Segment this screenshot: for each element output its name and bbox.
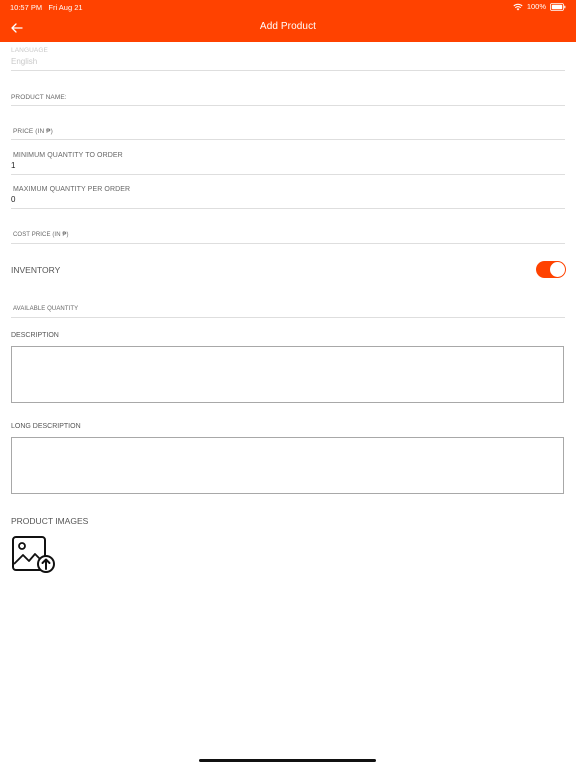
product-name-label: PRODUCT NAME: bbox=[11, 94, 67, 101]
cost-price-label: COST PRICE (IN ₱) bbox=[13, 232, 69, 238]
language-field[interactable]: LANGUAGE English bbox=[11, 47, 565, 71]
inventory-label: INVENTORY bbox=[11, 265, 61, 275]
status-time-text: 10:57 PM bbox=[10, 3, 43, 12]
wifi-icon bbox=[513, 3, 523, 11]
home-indicator bbox=[199, 759, 376, 762]
image-upload-button[interactable] bbox=[11, 535, 57, 575]
min-qty-field[interactable]: MINIMUM QUANTITY TO ORDER 1 bbox=[11, 152, 565, 175]
long-description-textarea[interactable] bbox=[11, 437, 564, 494]
cost-price-field[interactable]: COST PRICE (IN ₱) bbox=[11, 232, 565, 244]
available-qty-label: AVAILABLE QUANTITY bbox=[13, 306, 79, 312]
status-time: 10:57 PM Fri Aug 21 bbox=[10, 3, 83, 12]
available-qty-field[interactable]: AVAILABLE QUANTITY bbox=[11, 306, 565, 318]
inventory-toggle[interactable] bbox=[536, 261, 566, 278]
status-bar: 10:57 PM Fri Aug 21 100% bbox=[0, 0, 576, 14]
description-textarea[interactable] bbox=[11, 346, 564, 403]
status-date-text: Fri Aug 21 bbox=[48, 3, 83, 12]
image-upload-icon bbox=[12, 536, 55, 573]
max-qty-value: 0 bbox=[11, 195, 16, 204]
battery-percent: 100% bbox=[526, 2, 546, 11]
price-underline bbox=[11, 139, 565, 140]
description-label: DESCRIPTION bbox=[11, 332, 59, 339]
available-qty-underline bbox=[11, 317, 565, 318]
product-name-field[interactable]: PRODUCT NAME: bbox=[11, 94, 565, 106]
price-field[interactable]: PRICE (IN ₱) bbox=[11, 128, 565, 140]
header: 10:57 PM Fri Aug 21 100% Add Product bbox=[0, 0, 576, 42]
cost-price-underline bbox=[11, 243, 565, 244]
min-qty-underline bbox=[11, 174, 565, 175]
language-underline bbox=[11, 70, 565, 71]
price-label: PRICE (IN ₱) bbox=[13, 128, 53, 135]
long-description-label: LONG DESCRIPTION bbox=[11, 423, 81, 430]
min-qty-value: 1 bbox=[11, 161, 16, 170]
nav-bar: Add Product bbox=[0, 14, 576, 42]
language-value: English bbox=[11, 57, 38, 66]
max-qty-field[interactable]: MAXIMUM QUANTITY PER ORDER 0 bbox=[11, 186, 565, 209]
max-qty-underline bbox=[11, 208, 565, 209]
max-qty-label: MAXIMUM QUANTITY PER ORDER bbox=[13, 186, 131, 193]
product-images-label: PRODUCT IMAGES bbox=[11, 516, 89, 526]
toggle-knob bbox=[550, 262, 565, 277]
language-label: LANGUAGE bbox=[11, 47, 48, 54]
product-name-underline bbox=[11, 105, 565, 106]
battery-icon bbox=[550, 2, 566, 11]
page-title: Add Product bbox=[259, 21, 317, 32]
inventory-row: INVENTORY bbox=[11, 261, 566, 279]
status-right: 100% bbox=[513, 2, 566, 11]
min-qty-label: MINIMUM QUANTITY TO ORDER bbox=[13, 152, 123, 159]
